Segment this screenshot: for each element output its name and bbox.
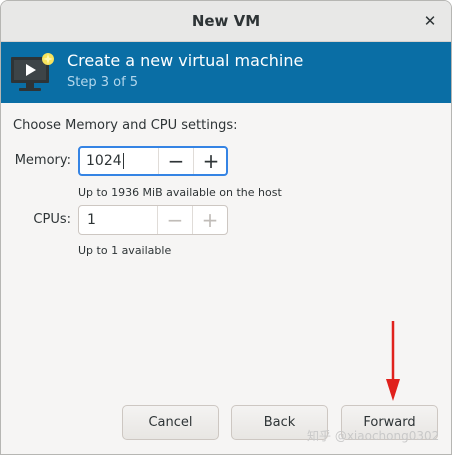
cpus-hint: Up to 1 available <box>78 244 172 257</box>
memory-hint: Up to 1936 MiB available on the host <box>78 186 282 199</box>
memory-decrement-button[interactable]: − <box>158 148 193 174</box>
dialog-window: New VM ✕ Create a new virtual machine St… <box>0 0 452 455</box>
close-button[interactable]: ✕ <box>419 10 441 32</box>
plus-icon: + <box>202 149 220 173</box>
memory-value: 1024 <box>86 153 122 169</box>
memory-increment-button[interactable]: + <box>193 148 228 174</box>
settings-prompt: Choose Memory and CPU settings: <box>13 118 238 133</box>
close-icon: ✕ <box>423 12 437 30</box>
plus-icon: + <box>201 208 219 232</box>
minus-icon: − <box>166 208 184 232</box>
watermark: 知乎 @xiaochong0302 <box>307 429 440 443</box>
text-cursor <box>122 153 124 169</box>
cpus-label: CPUs: <box>33 212 71 227</box>
red-arrow-annotation <box>386 321 400 401</box>
cpus-increment-button[interactable]: + <box>192 206 227 234</box>
virtual-machine-icon <box>11 53 54 91</box>
wizard-banner: Create a new virtual machine Step 3 of 5 <box>1 42 451 103</box>
window-title: New VM <box>191 12 261 30</box>
wizard-heading: Create a new virtual machine <box>67 51 304 70</box>
memory-spinbutton[interactable]: 1024 − + <box>78 146 228 176</box>
cpus-spinbutton[interactable]: 1 − + <box>78 205 228 235</box>
cancel-button[interactable]: Cancel <box>122 405 219 440</box>
memory-input[interactable]: 1024 <box>80 148 158 174</box>
cpus-decrement-button[interactable]: − <box>157 206 192 234</box>
memory-label: Memory: <box>14 153 71 168</box>
wizard-step-indicator: Step 3 of 5 <box>67 75 139 90</box>
minus-icon: − <box>167 149 185 173</box>
title-bar: New VM ✕ <box>1 1 451 42</box>
cpus-input[interactable]: 1 <box>79 206 157 234</box>
